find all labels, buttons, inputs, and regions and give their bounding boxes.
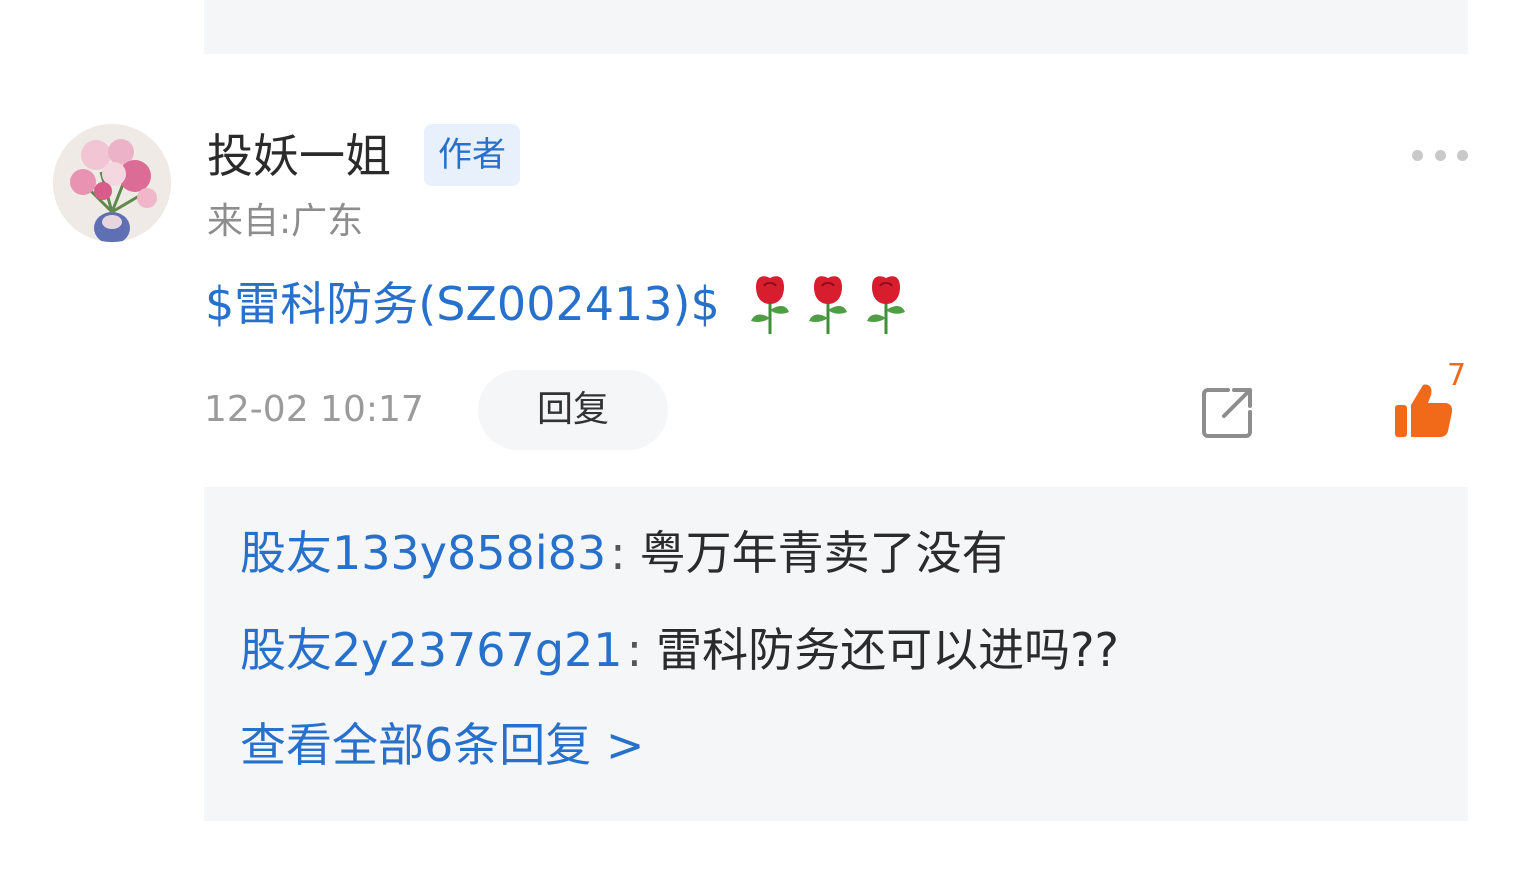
author-badge: 作者 (424, 124, 520, 186)
rose-emoji-icon (808, 276, 847, 334)
share-icon[interactable] (1200, 384, 1256, 440)
reply-button[interactable]: 回复 (478, 370, 668, 450)
comment-content: $雷科防务(SZ002413)$ (205, 272, 916, 336)
more-options-icon[interactable] (1412, 148, 1468, 162)
comment-timestamp: 12-02 10:17 (204, 389, 424, 430)
stock-link[interactable]: $雷科防务(SZ002413)$ (205, 272, 720, 336)
avatar-flower-vase-icon (53, 124, 171, 242)
rose-emoji-group (742, 274, 916, 334)
reply-username[interactable]: 股友2y23767g21 (240, 623, 623, 677)
thumbs-up-icon[interactable] (1393, 381, 1453, 439)
reply-item[interactable]: 股友2y23767g21: 雷科防务还可以进吗?? (240, 619, 1119, 681)
dot (1412, 149, 1423, 161)
previous-content-block (204, 0, 1468, 54)
rose-emoji-icon (750, 276, 789, 334)
reply-colon: : (610, 526, 626, 580)
author-name[interactable]: 投妖一姐 (207, 126, 391, 186)
reply-text: 雷科防务还可以进吗?? (656, 623, 1119, 677)
author-location: 来自:广东 (207, 201, 364, 242)
reply-colon: : (626, 623, 643, 677)
author-avatar[interactable] (53, 124, 171, 242)
dot (1434, 149, 1446, 161)
like-count: 7 (1447, 358, 1467, 393)
reply-text: 粤万年青卖了没有 (639, 526, 1008, 580)
dot (1457, 149, 1468, 161)
rose-emoji-icon (866, 276, 905, 334)
view-all-replies-link[interactable]: 查看全部6条回复 > (240, 714, 644, 776)
reply-item[interactable]: 股友133y858i83: 粤万年青卖了没有 (240, 522, 1008, 584)
reply-username[interactable]: 股友133y858i83 (240, 526, 606, 580)
